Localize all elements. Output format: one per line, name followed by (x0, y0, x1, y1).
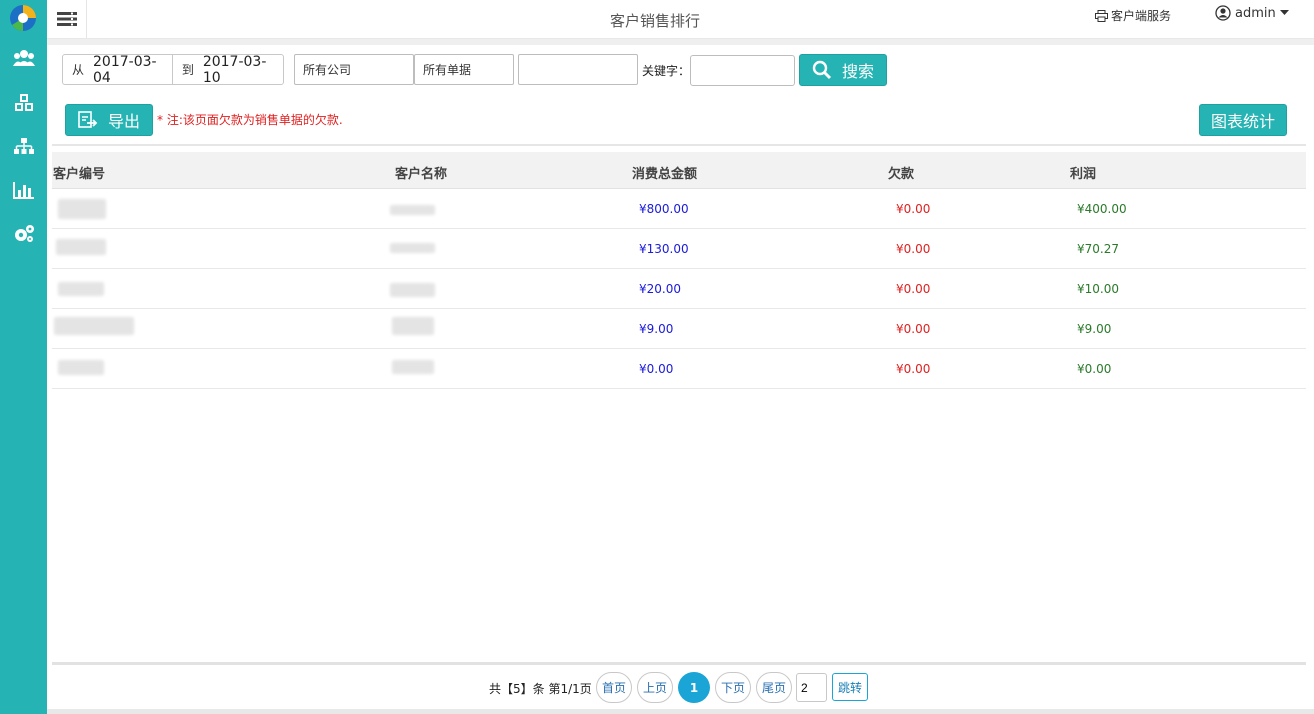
search-button[interactable]: 搜索 (799, 54, 887, 86)
pager-summary: 共【5】条 第1/1页 (489, 682, 592, 696)
date-to-field[interactable]: 到 2017-03-10 (173, 53, 283, 86)
debt-note: * 注:该页面欠款为销售单据的欠款. (157, 113, 343, 127)
customer-sales-table: 客户编号 客户名称 消费总金额 欠款 利润 ¥800.00 ¥0.00 ¥400… (52, 152, 1306, 389)
date-range: 从 2017-03-04 到 2017-03-10 (62, 53, 284, 86)
user-name: admin (1235, 5, 1276, 21)
menu-icon (56, 12, 77, 26)
menu-toggle-button[interactable] (47, 0, 87, 38)
export-icon (78, 111, 98, 128)
cubes-icon[interactable] (12, 92, 36, 114)
table-row[interactable]: ¥0.00 ¥0.00 ¥0.00 (52, 349, 1306, 389)
table-row[interactable]: ¥800.00 ¥0.00 ¥400.00 (52, 189, 1306, 229)
debt-cell: ¥0.00 (896, 362, 931, 376)
chart-stats-label: 图表统计 (1210, 112, 1275, 131)
export-button[interactable]: 导出 (65, 104, 153, 136)
date-to-value: 2017-03-10 (202, 53, 267, 86)
prev-page-button[interactable]: 上页 (637, 672, 673, 703)
date-from-label: 从 (72, 63, 85, 77)
debt-cell: ¥0.00 (896, 242, 931, 256)
user-circle-icon (1215, 5, 1231, 21)
total-amount-cell: ¥9.00 (639, 322, 674, 336)
total-amount-cell: ¥20.00 (639, 282, 681, 296)
redacted-customer-id (54, 317, 134, 335)
table-row[interactable]: ¥9.00 ¥0.00 ¥9.00 (52, 309, 1306, 349)
jump-button[interactable]: 跳转 (832, 673, 868, 701)
company-select[interactable]: 所有公司 (294, 54, 414, 85)
redacted-customer-name (390, 243, 435, 253)
last-page-button[interactable]: 尾页 (756, 672, 792, 703)
table-row[interactable]: ¥20.00 ¥0.00 ¥10.00 (52, 269, 1306, 309)
printer-icon (1095, 9, 1108, 22)
third-select[interactable] (518, 54, 638, 85)
page-title: 客户销售排行 (610, 12, 701, 30)
profit-cell: ¥10.00 (1077, 282, 1119, 296)
redacted-customer-id (56, 239, 106, 255)
keyword-input[interactable] (690, 55, 795, 86)
redacted-customer-name (392, 317, 434, 335)
sidebar (0, 0, 47, 714)
column-header-customer-id[interactable]: 客户编号 (53, 163, 105, 182)
export-button-label: 导出 (107, 112, 140, 131)
debt-cell: ¥0.00 (896, 322, 931, 336)
client-service-link[interactable]: 客户端服务 (1095, 7, 1171, 24)
next-page-button[interactable]: 下页 (715, 672, 751, 703)
header-divider (47, 39, 1314, 45)
users-icon[interactable] (12, 47, 36, 69)
column-header-profit[interactable]: 利润 (1070, 163, 1096, 182)
search-icon (812, 60, 832, 80)
redacted-customer-name (390, 205, 435, 215)
redacted-customer-id (58, 199, 106, 219)
client-service-label: 客户端服务 (1111, 9, 1172, 23)
top-bar: 客户销售排行 客户端服务 admin (47, 0, 1314, 39)
date-from-field[interactable]: 从 2017-03-04 (63, 53, 173, 86)
profit-cell: ¥0.00 (1077, 362, 1112, 376)
jump-page-input[interactable] (796, 673, 827, 702)
redacted-customer-id (58, 282, 104, 296)
caret-down-icon (1279, 10, 1289, 15)
date-to-label: 到 (181, 63, 194, 77)
redacted-customer-name (390, 283, 435, 297)
company-select-value: 所有公司 (303, 63, 352, 77)
total-amount-cell: ¥0.00 (639, 362, 674, 376)
bottom-strip (47, 709, 1314, 714)
profit-cell: ¥70.27 (1077, 242, 1119, 256)
column-header-debt[interactable]: 欠款 (888, 163, 914, 182)
document-select[interactable]: 所有单据 (414, 54, 514, 85)
redacted-customer-id (58, 360, 104, 375)
date-from-value: 2017-03-04 (93, 53, 157, 86)
app-window: 客户销售排行 客户端服务 admin 从 2017-03-04 到 2017-0… (0, 0, 1314, 714)
cogs-icon[interactable] (12, 223, 36, 245)
table-header: 客户编号 客户名称 消费总金额 欠款 利润 (52, 152, 1306, 189)
profit-cell: ¥400.00 (1077, 202, 1127, 216)
total-amount-cell: ¥130.00 (639, 242, 689, 256)
app-logo[interactable] (8, 3, 38, 33)
debt-cell: ¥0.00 (896, 282, 931, 296)
document-select-value: 所有单据 (423, 63, 472, 77)
current-page-button[interactable]: 1 (678, 672, 710, 703)
total-amount-cell: ¥800.00 (639, 202, 689, 216)
table-row[interactable]: ¥130.00 ¥0.00 ¥70.27 (52, 229, 1306, 269)
toolbar-divider (52, 144, 1306, 146)
column-header-customer-name[interactable]: 客户名称 (395, 163, 447, 182)
user-menu[interactable]: admin (1215, 5, 1289, 21)
redacted-customer-name (392, 360, 434, 374)
search-button-label: 搜索 (841, 62, 874, 81)
chart-stats-button[interactable]: 图表统计 (1199, 104, 1287, 136)
first-page-button[interactable]: 首页 (596, 672, 632, 703)
column-header-total-amount[interactable]: 消费总金额 (632, 163, 697, 182)
debt-cell: ¥0.00 (896, 202, 931, 216)
profit-cell: ¥9.00 (1077, 322, 1112, 336)
keyword-label: 关键字： (642, 64, 691, 78)
bar-chart-icon[interactable] (12, 179, 36, 201)
sitemap-icon[interactable] (12, 135, 36, 157)
